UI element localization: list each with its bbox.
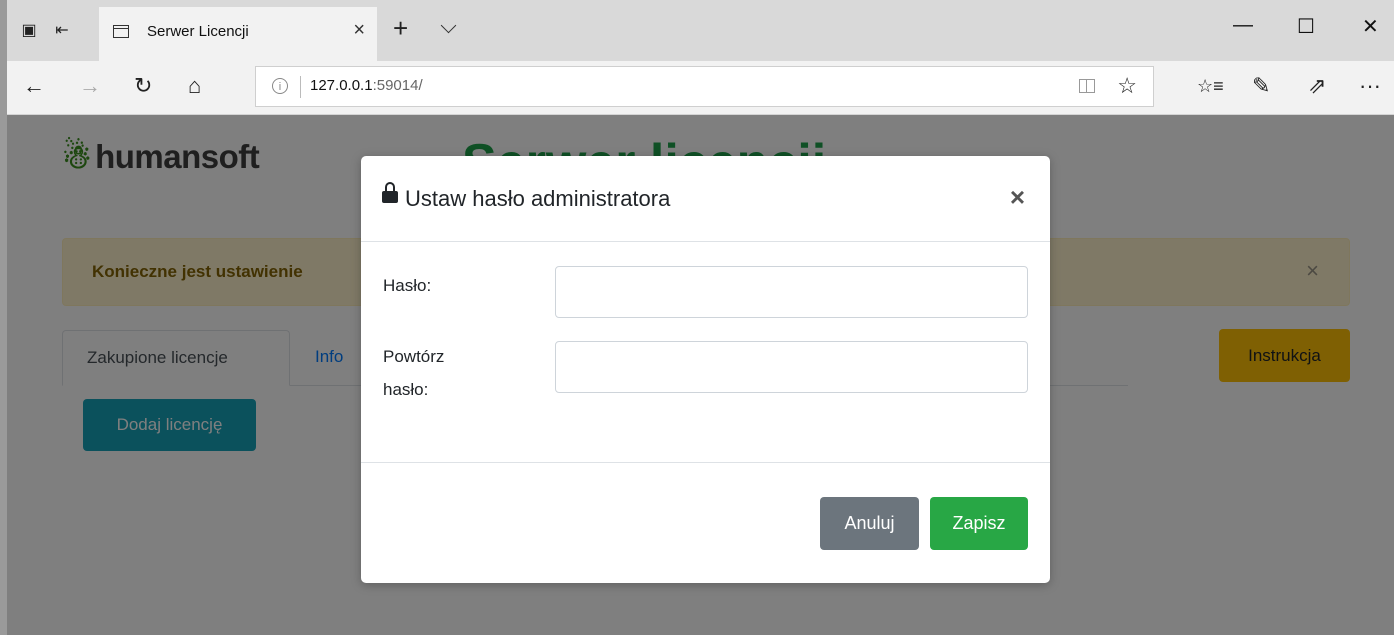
- new-tab-icon[interactable]: +: [393, 13, 408, 44]
- home-icon[interactable]: ⌂: [188, 73, 201, 99]
- close-window-button[interactable]: ✕: [1362, 14, 1379, 39]
- maximize-button[interactable]: ☐: [1297, 14, 1315, 39]
- favorites-hub-icon[interactable]: ☆≡: [1197, 76, 1224, 97]
- tab-actions-icon[interactable]: ▣: [19, 20, 39, 40]
- minimize-button[interactable]: —: [1233, 14, 1253, 37]
- favorite-star-icon[interactable]: ☆: [1117, 73, 1137, 99]
- repeat-password-label-line1: Powtórz: [383, 347, 445, 366]
- page-favicon-icon: [113, 25, 129, 38]
- save-button[interactable]: Zapisz: [930, 497, 1028, 550]
- url-port: :59014/: [372, 77, 423, 94]
- site-info-icon[interactable]: i: [272, 78, 288, 94]
- address-divider: [300, 76, 301, 98]
- modal-title: Ustaw hasło administratora: [405, 186, 671, 211]
- tab-title: Serwer Licencji: [147, 23, 249, 40]
- share-icon[interactable]: ⇗: [1308, 73, 1326, 99]
- back-icon[interactable]: ←: [23, 73, 45, 99]
- repeat-password-label-line2: hasło:: [383, 380, 429, 399]
- more-icon[interactable]: ···: [1359, 73, 1381, 99]
- password-label: Hasło:: [383, 276, 432, 295]
- password-field[interactable]: [555, 266, 1028, 318]
- repeat-password-field[interactable]: [555, 341, 1028, 393]
- repeat-password-label: Powtórz hasło:: [383, 344, 444, 403]
- url-text: 127.0.0.1:59014/: [310, 77, 423, 94]
- tab-bar: ▣ ⇤ Serwer Licencji × + — ☐ ✕: [7, 0, 1394, 61]
- set-admin-password-dialog: Ustaw hasło administratora × Hasło: Powt…: [361, 156, 1050, 583]
- modal-close-icon[interactable]: ×: [1010, 184, 1025, 210]
- web-notes-icon[interactable]: ✎: [1252, 73, 1270, 99]
- address-bar[interactable]: i 127.0.0.1:59014/ ☆: [255, 66, 1154, 107]
- navigation-bar: ← → ↻ ⌂ i 127.0.0.1:59014/ ☆ ☆≡ ✎ ⇗ ···: [7, 61, 1394, 115]
- modal-footer-divider: [361, 462, 1050, 463]
- set-aside-tabs-icon[interactable]: ⇤: [52, 20, 72, 40]
- lock-icon: [382, 182, 398, 203]
- browser-tab[interactable]: Serwer Licencji ×: [99, 7, 377, 61]
- cancel-button[interactable]: Anuluj: [820, 497, 919, 550]
- reading-view-icon[interactable]: [1079, 79, 1095, 93]
- refresh-icon[interactable]: ↻: [134, 73, 152, 99]
- tab-preview-chevron-icon[interactable]: [440, 17, 457, 34]
- tab-close-icon[interactable]: ×: [353, 19, 365, 42]
- modal-header: Ustaw hasło administratora ×: [361, 156, 1050, 242]
- forward-icon[interactable]: →: [79, 73, 101, 99]
- url-host: 127.0.0.1: [310, 77, 373, 94]
